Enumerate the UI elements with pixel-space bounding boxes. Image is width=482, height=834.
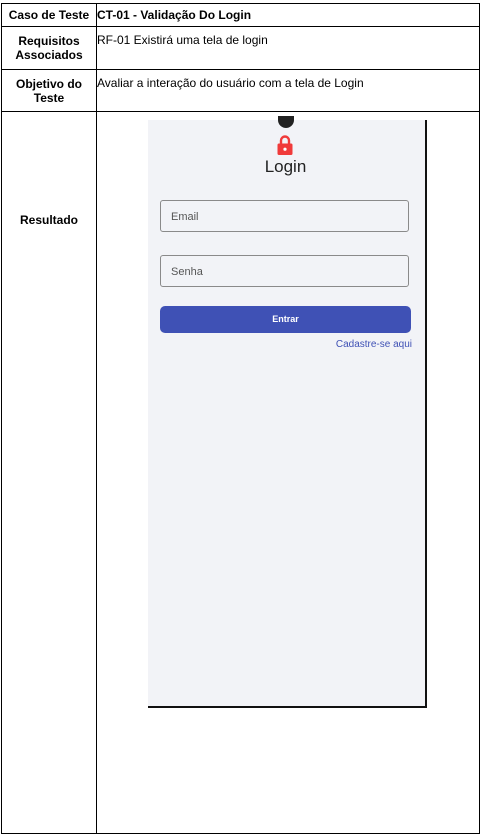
row-requisitos: Requisitos Associados RF-01 Existirá uma… — [1, 26, 480, 70]
caso-de-teste-value: CT-01 - Validação Do Login — [96, 3, 480, 27]
row-resultado: Resultado Login Email Senha Entrar Cadas… — [1, 111, 480, 834]
objetivo-label: Objetivo do Teste — [1, 69, 97, 112]
login-screenshot: Login Email Senha Entrar Cadastre-se aqu… — [148, 116, 427, 708]
test-case-table: Caso de Teste CT-01 - Validação Do Login… — [1, 3, 480, 834]
signup-link[interactable]: Cadastre-se aqui — [336, 338, 412, 352]
senha-field[interactable]: Senha — [160, 255, 409, 287]
resultado-cell: Login Email Senha Entrar Cadastre-se aqu… — [96, 111, 480, 834]
entrar-button[interactable]: Entrar — [160, 306, 411, 333]
camera-notch — [278, 116, 294, 128]
row-objetivo: Objetivo do Teste Avaliar a interação do… — [1, 69, 480, 112]
email-field[interactable]: Email — [160, 200, 409, 232]
email-placeholder: Email — [171, 211, 199, 223]
requisitos-label: Requisitos Associados — [1, 26, 97, 70]
senha-placeholder: Senha — [171, 266, 203, 278]
requisitos-value: RF-01 Existirá uma tela de login — [96, 26, 480, 70]
lock-icon — [277, 135, 293, 155]
row-caso-de-teste: Caso de Teste CT-01 - Validação Do Login — [1, 3, 480, 27]
caso-de-teste-label: Caso de Teste — [1, 3, 97, 27]
resultado-label: Resultado — [1, 111, 97, 834]
objetivo-value: Avaliar a interação do usuário com a tel… — [96, 69, 480, 112]
login-title: Login — [264, 157, 307, 176]
